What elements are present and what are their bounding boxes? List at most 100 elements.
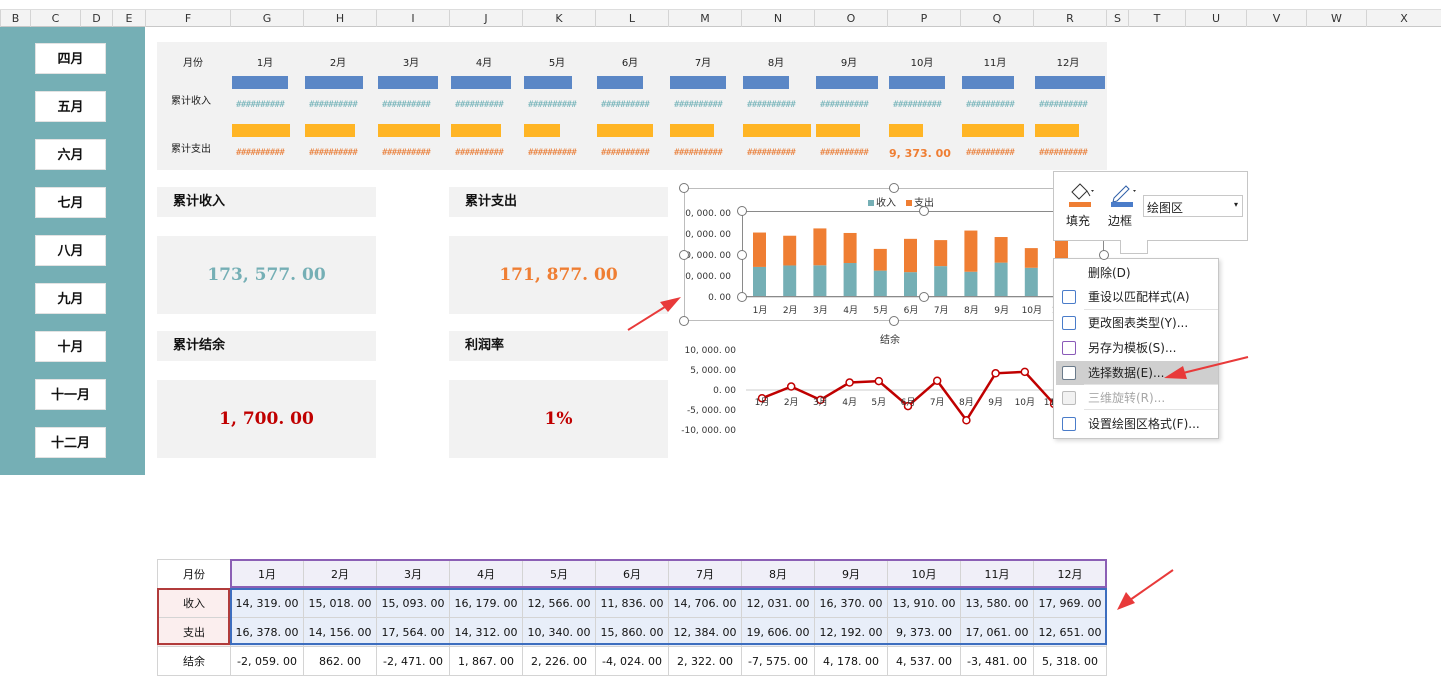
resize-handle[interactable] bbox=[919, 206, 929, 216]
table-cell[interactable]: 5, 318. 00 bbox=[1033, 646, 1107, 676]
table-cell[interactable]: 4, 537. 00 bbox=[887, 646, 961, 676]
resize-handle[interactable] bbox=[679, 316, 689, 326]
expense-hash: ########## bbox=[820, 148, 869, 158]
column-header-s[interactable]: S bbox=[1106, 10, 1128, 27]
month-button[interactable]: 五月 bbox=[35, 91, 106, 122]
month-button[interactable]: 八月 bbox=[35, 235, 106, 266]
resize-handle[interactable] bbox=[737, 250, 747, 260]
expense-hash: ########## bbox=[309, 148, 358, 158]
values-range-outline bbox=[230, 588, 1107, 645]
resize-handle[interactable] bbox=[889, 183, 899, 193]
table-cell[interactable]: -2, 471. 00 bbox=[376, 646, 450, 676]
column-header-o[interactable]: O bbox=[814, 10, 887, 27]
resize-handle[interactable] bbox=[679, 250, 689, 260]
column-header-l[interactable]: L bbox=[595, 10, 668, 27]
line-y-tick: 10, 000. 00 bbox=[684, 346, 736, 356]
context-menu-label: 更改图表类型(Y)... bbox=[1088, 316, 1189, 330]
chart-element-dropdown[interactable]: 绘图区 ▾ bbox=[1143, 195, 1243, 217]
column-header-c[interactable]: C bbox=[30, 10, 80, 27]
column-header-t[interactable]: T bbox=[1128, 10, 1185, 27]
table-row-label[interactable]: 结余 bbox=[157, 646, 231, 676]
month-button[interactable]: 六月 bbox=[35, 139, 106, 170]
income-bar bbox=[816, 76, 878, 89]
bar-x-tick: 6月 bbox=[904, 305, 919, 316]
expense-hash: ########## bbox=[601, 148, 650, 158]
context-menu-item[interactable]: 设置绘图区格式(F)... bbox=[1056, 412, 1218, 436]
expense-bar bbox=[232, 124, 290, 137]
strip-expense-label: 累计支出 bbox=[171, 144, 211, 155]
month-button[interactable]: 九月 bbox=[35, 283, 106, 314]
column-header-g[interactable]: G bbox=[230, 10, 303, 27]
column-header-f[interactable]: F bbox=[145, 10, 230, 27]
resize-handle[interactable] bbox=[737, 292, 747, 302]
month-button[interactable]: 十二月 bbox=[35, 427, 106, 458]
expense-bar bbox=[305, 124, 355, 137]
expense-label: 累计支出 bbox=[449, 187, 668, 217]
context-menu-item[interactable]: 删除(D) bbox=[1056, 261, 1218, 285]
table-cell[interactable]: 1, 867. 00 bbox=[449, 646, 523, 676]
fill-button[interactable] bbox=[1066, 178, 1094, 210]
table-cell[interactable]: -2, 059. 00 bbox=[230, 646, 304, 676]
balance-line-chart[interactable]: 结余 10, 000. 00 5, 000. 00 0. 00 -5, 000. 00 -… bbox=[672, 330, 1072, 440]
minibar-extra-button[interactable] bbox=[1120, 240, 1148, 254]
month-button[interactable]: 十月 bbox=[35, 331, 106, 362]
context-menu-item[interactable]: 另存为模板(S)... bbox=[1056, 336, 1218, 360]
border-label: 边框 bbox=[1108, 214, 1133, 228]
column-header-d[interactable]: D bbox=[80, 10, 112, 27]
expense-bar bbox=[962, 124, 1024, 137]
column-header-w[interactable]: W bbox=[1306, 10, 1366, 27]
column-header-e[interactable]: E bbox=[112, 10, 145, 27]
expense-value-card: 171, 877. 00 bbox=[449, 236, 668, 314]
expense-hash: ########## bbox=[674, 148, 723, 158]
expense-hash: ########## bbox=[236, 148, 285, 158]
table-cell[interactable]: 4, 178. 00 bbox=[814, 646, 888, 676]
column-headers[interactable]: BCDEFGHIJKLMNOPQRSTUVWX bbox=[0, 0, 1441, 27]
resize-handle[interactable] bbox=[737, 206, 747, 216]
column-header-p[interactable]: P bbox=[887, 10, 960, 27]
month-button[interactable]: 十一月 bbox=[35, 379, 106, 410]
line-x-tick: 8月 bbox=[959, 397, 974, 408]
income-bar bbox=[962, 76, 1014, 89]
strip-month: 1月 bbox=[256, 58, 274, 69]
expense-bar bbox=[1035, 124, 1079, 137]
strip-month: 5月 bbox=[548, 58, 566, 69]
context-menu: 删除(D) 重设以匹配样式(A) 更改图表类型(Y)... 另存为模板(S)... 选择… bbox=[1053, 258, 1219, 439]
column-header-b[interactable]: B bbox=[0, 10, 30, 27]
table-cell[interactable]: 2, 322. 00 bbox=[668, 646, 742, 676]
strip-month: 9月 bbox=[840, 58, 858, 69]
chevron-down-icon: ▾ bbox=[1233, 200, 1238, 209]
column-header-u[interactable]: U bbox=[1185, 10, 1246, 27]
column-header-j[interactable]: J bbox=[449, 10, 522, 27]
context-menu-label: 重设以匹配样式(A) bbox=[1088, 290, 1190, 304]
income-hash: ########## bbox=[966, 100, 1015, 110]
context-menu-item[interactable]: 选择数据(E)... bbox=[1056, 361, 1218, 385]
table-cell[interactable]: -3, 481. 00 bbox=[960, 646, 1034, 676]
resize-handle[interactable] bbox=[1099, 250, 1109, 260]
column-header-k[interactable]: K bbox=[522, 10, 595, 27]
table-header-cell[interactable]: 月份 bbox=[157, 559, 231, 589]
income-bar bbox=[670, 76, 726, 89]
resize-handle[interactable] bbox=[679, 183, 689, 193]
column-header-q[interactable]: Q bbox=[960, 10, 1033, 27]
column-header-r[interactable]: R bbox=[1033, 10, 1106, 27]
line-y-tick: -5, 000. 00 bbox=[687, 406, 736, 416]
income-hash: ########## bbox=[820, 100, 869, 110]
table-cell[interactable]: 862. 00 bbox=[303, 646, 377, 676]
column-header-i[interactable]: I bbox=[376, 10, 449, 27]
table-cell[interactable]: -7, 575. 00 bbox=[741, 646, 815, 676]
column-header-h[interactable]: H bbox=[303, 10, 376, 27]
context-menu-item[interactable]: 更改图表类型(Y)... bbox=[1056, 311, 1218, 335]
resize-handle[interactable] bbox=[889, 316, 899, 326]
context-menu-item[interactable]: 重设以匹配样式(A) bbox=[1056, 285, 1218, 309]
border-button[interactable] bbox=[1108, 178, 1138, 210]
column-header-x[interactable]: X bbox=[1366, 10, 1441, 27]
month-button[interactable]: 四月 bbox=[35, 43, 106, 74]
plot-area-selection[interactable] bbox=[742, 211, 1104, 297]
column-header-v[interactable]: V bbox=[1246, 10, 1306, 27]
column-header-n[interactable]: N bbox=[741, 10, 814, 27]
column-header-m[interactable]: M bbox=[668, 10, 741, 27]
table-cell[interactable]: -4, 024. 00 bbox=[595, 646, 669, 676]
month-button[interactable]: 七月 bbox=[35, 187, 106, 218]
resize-handle[interactable] bbox=[919, 292, 929, 302]
table-cell[interactable]: 2, 226. 00 bbox=[522, 646, 596, 676]
